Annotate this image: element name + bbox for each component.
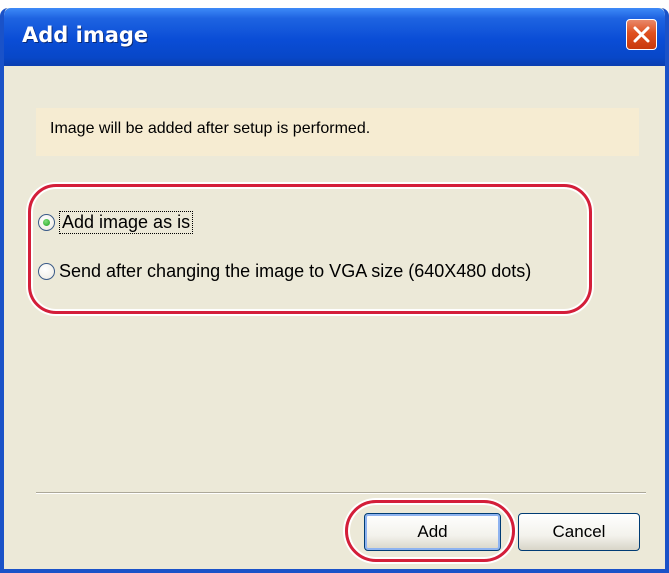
option-vga-resize[interactable]: Send after changing the image to VGA siz… — [38, 258, 531, 284]
option-add-as-is-label: Add image as is — [59, 210, 194, 234]
add-button-label: Add — [417, 522, 448, 541]
dialog-window: Add image Image will be added after setu… — [0, 8, 669, 573]
close-button[interactable] — [626, 19, 657, 50]
radio-selected-dot — [43, 218, 50, 226]
info-banner: Image will be added after setup is perfo… — [36, 108, 639, 156]
window-title: Add image — [22, 23, 149, 47]
close-icon — [633, 26, 650, 43]
option-add-as-is[interactable]: Add image as is — [38, 209, 194, 235]
info-message: Image will be added after setup is perfo… — [50, 120, 371, 137]
separator — [36, 492, 646, 494]
title-bar[interactable]: Add image — [4, 8, 665, 66]
radio-vga-resize[interactable] — [38, 262, 55, 280]
cancel-button[interactable]: Cancel — [518, 513, 640, 551]
option-vga-resize-label: Send after changing the image to VGA siz… — [59, 260, 532, 281]
radio-add-as-is[interactable] — [38, 213, 55, 231]
add-button[interactable]: Add — [364, 513, 501, 551]
options-highlight — [28, 184, 592, 314]
cancel-button-label: Cancel — [552, 522, 606, 541]
